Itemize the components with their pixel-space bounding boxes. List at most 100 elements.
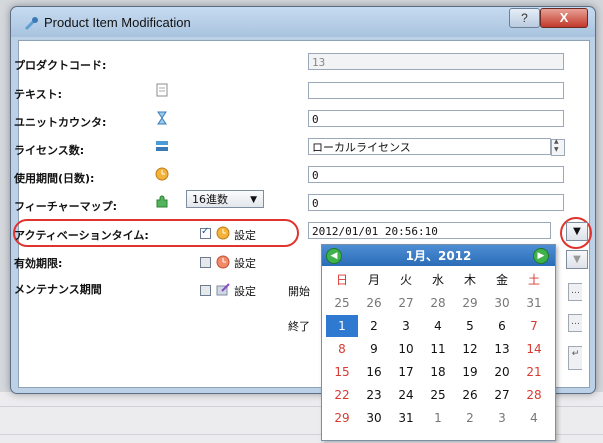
expiry-label: 有効期限: xyxy=(14,257,63,270)
calendar-day[interactable]: 31 xyxy=(518,292,550,314)
calendar-day[interactable]: 24 xyxy=(390,384,422,406)
feature-map-field[interactable]: 0 xyxy=(308,194,564,211)
calendar-day[interactable]: 13 xyxy=(486,338,518,360)
calendar-day[interactable]: 9 xyxy=(358,338,390,360)
clock-icon xyxy=(155,167,169,181)
calendar-day[interactable]: 29 xyxy=(326,407,358,429)
close-button[interactable]: X xyxy=(540,8,588,28)
calendar-day[interactable]: 27 xyxy=(390,292,422,314)
feature-map-format-value: 16進数 xyxy=(192,193,228,206)
unit-counter-label: ユニットカウンタ: xyxy=(14,116,107,129)
chevron-down-icon: ▼ xyxy=(250,195,257,205)
title-bar[interactable]: Product Item Modification ? X xyxy=(11,7,595,37)
maintenance-icon xyxy=(216,283,230,296)
usage-period-label: 使用期間(日数): xyxy=(14,172,95,185)
side-button[interactable]: … xyxy=(568,314,582,332)
calendar-day[interactable]: 5 xyxy=(454,315,486,337)
calendar-day[interactable]: 28 xyxy=(422,292,454,314)
activation-time-field[interactable]: 2012/01/01 20:56:10 xyxy=(308,222,551,239)
license-count-label: ライセンス数: xyxy=(14,144,85,157)
calendar-day[interactable]: 25 xyxy=(326,292,358,314)
expiry-clock-icon xyxy=(216,255,230,269)
weekday-header: 日 xyxy=(335,273,348,287)
activation-time-checkbox[interactable] xyxy=(200,226,211,239)
calendar-day[interactable]: 1 xyxy=(326,315,358,337)
weekday-header: 水 xyxy=(431,273,444,287)
calendar-day[interactable]: 12 xyxy=(454,338,486,360)
calendar-day[interactable]: 22 xyxy=(326,384,358,406)
maintenance-end-label: 終了 xyxy=(288,320,310,333)
calendar-day[interactable]: 28 xyxy=(518,384,550,406)
text-label: テキスト: xyxy=(14,88,63,101)
calendar-day[interactable]: 3 xyxy=(486,407,518,429)
side-button[interactable]: ↵ xyxy=(568,346,582,370)
calendar-day[interactable]: 18 xyxy=(422,361,454,383)
maintenance-start-label: 開始 xyxy=(288,285,310,298)
feature-map-format-select[interactable]: 16進数 ▼ xyxy=(186,190,264,208)
calendar-month-title: 1月、2012 xyxy=(405,249,472,263)
chevron-down-icon: ▼ xyxy=(573,226,581,237)
calendar-day[interactable]: 4 xyxy=(518,407,550,429)
calendar-day[interactable]: 17 xyxy=(390,361,422,383)
calendar-day[interactable]: 2 xyxy=(454,407,486,429)
unit-counter-field[interactable]: 0 xyxy=(308,110,564,127)
weekday-header: 火 xyxy=(399,273,412,287)
calendar-day[interactable]: 8 xyxy=(326,338,358,360)
calendar-day[interactable]: 20 xyxy=(486,361,518,383)
chevron-down-icon: ▼ xyxy=(573,254,581,265)
hourglass-icon xyxy=(157,111,167,125)
product-code-field: 13 xyxy=(308,53,564,70)
calendar-header: ◀ 1月、2012 ▶ xyxy=(322,245,555,266)
maintenance-period-label: メンテナンス期間 xyxy=(14,283,102,296)
calendar-day[interactable]: 7 xyxy=(518,315,550,337)
calendar-day[interactable]: 25 xyxy=(422,384,454,406)
wrench-icon xyxy=(25,17,38,30)
window-title: Product Item Modification xyxy=(44,15,191,30)
calendar-day[interactable]: 10 xyxy=(390,338,422,360)
calendar-day[interactable]: 26 xyxy=(358,292,390,314)
calendar-day[interactable]: 14 xyxy=(518,338,550,360)
calendar-day[interactable]: 29 xyxy=(454,292,486,314)
maintenance-period-checkbox[interactable] xyxy=(200,285,211,296)
text-field[interactable] xyxy=(308,82,564,99)
calendar-day[interactable]: 4 xyxy=(422,315,454,337)
next-arrow-icon: ▶ xyxy=(537,251,545,261)
calendar-day[interactable]: 16 xyxy=(358,361,390,383)
calendar-day[interactable]: 23 xyxy=(358,384,390,406)
clock-icon xyxy=(216,226,230,240)
calendar-day[interactable]: 21 xyxy=(518,361,550,383)
puzzle-icon xyxy=(156,195,168,208)
calendar-day[interactable]: 15 xyxy=(326,361,358,383)
usage-period-field[interactable]: 0 xyxy=(308,166,564,183)
activation-time-dropdown-button[interactable]: ▼ xyxy=(566,222,588,241)
calendar-day[interactable]: 30 xyxy=(486,292,518,314)
maintenance-setting-label: 設定 xyxy=(234,285,256,298)
calendar-day[interactable]: 11 xyxy=(422,338,454,360)
activation-time-setting-label: 設定 xyxy=(234,229,256,242)
expiry-setting-label: 設定 xyxy=(234,257,256,270)
calendar-day[interactable]: 6 xyxy=(486,315,518,337)
date-picker-calendar: ◀ 1月、2012 ▶ 日月火水木金土 25 26 27 28 29 30 31 1 2 3 4 5 6 7… xyxy=(321,244,556,441)
license-icon xyxy=(156,141,168,151)
expiry-dropdown-button[interactable]: ▼ xyxy=(566,250,588,269)
calendar-day[interactable]: 26 xyxy=(454,384,486,406)
weekday-header: 木 xyxy=(463,273,476,287)
side-button[interactable]: … xyxy=(568,283,582,301)
document-icon xyxy=(156,83,168,97)
help-button[interactable]: ? xyxy=(509,8,540,28)
calendar-day[interactable]: 1 xyxy=(422,407,454,429)
calendar-day[interactable]: 30 xyxy=(358,407,390,429)
feature-map-label: フィーチャーマップ: xyxy=(14,200,118,213)
calendar-day[interactable]: 31 xyxy=(390,407,422,429)
weekday-header: 土 xyxy=(527,273,540,287)
weekday-header: 金 xyxy=(495,273,508,287)
license-count-field[interactable]: ローカルライセンス xyxy=(308,138,551,155)
license-count-stepper[interactable] xyxy=(551,138,565,156)
calendar-day[interactable]: 19 xyxy=(454,361,486,383)
expiry-checkbox[interactable] xyxy=(200,257,211,268)
calendar-day[interactable]: 2 xyxy=(358,315,390,337)
calendar-day[interactable]: 3 xyxy=(390,315,422,337)
product-code-label: プロダクトコード: xyxy=(14,59,107,72)
calendar-day[interactable]: 27 xyxy=(486,384,518,406)
next-month-button[interactable]: ▶ xyxy=(533,248,549,264)
